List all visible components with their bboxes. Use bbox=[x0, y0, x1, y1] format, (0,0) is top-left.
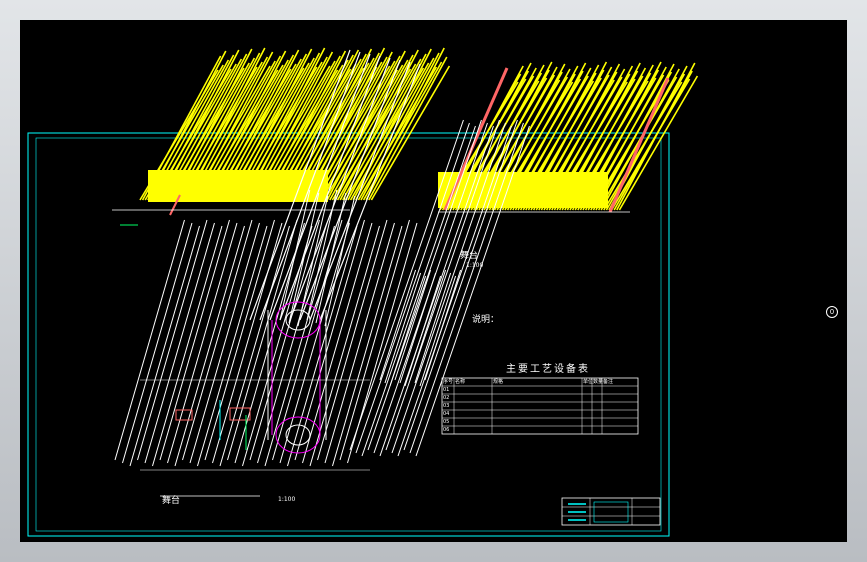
white-diagonal-line bbox=[114, 219, 185, 461]
pulley-outline bbox=[275, 416, 321, 454]
white-diagonal-line bbox=[137, 219, 208, 461]
white-diagonal-line bbox=[294, 219, 365, 461]
white-diagonal-line bbox=[167, 222, 238, 464]
cad-drawing bbox=[27, 47, 699, 537]
reference-circle-mark: 0 bbox=[826, 306, 838, 318]
table-header-cell: 序号 bbox=[443, 379, 454, 385]
white-diagonal-line bbox=[174, 225, 245, 467]
bottom-view-scale: 1:100 bbox=[278, 496, 296, 503]
table-header-cell: 名称 bbox=[455, 379, 466, 385]
white-diagonal-line bbox=[122, 222, 193, 464]
white-diagonal-line bbox=[129, 225, 200, 467]
top-right-view-title: 舞台 bbox=[460, 251, 479, 261]
red-diagonal bbox=[608, 77, 670, 213]
white-diagonal-line bbox=[264, 225, 335, 467]
table-cell: 06 bbox=[443, 427, 450, 433]
title-block-cyan bbox=[593, 501, 629, 523]
white-diagonal-line bbox=[152, 225, 223, 467]
white-diagonal-line bbox=[384, 272, 422, 384]
white-diagonal-line bbox=[355, 122, 470, 454]
white-diagonal-line bbox=[324, 222, 395, 464]
white-diagonal-line bbox=[249, 219, 320, 461]
table-header-cell: 规格 bbox=[493, 379, 504, 385]
table-cell: 05 bbox=[443, 419, 450, 425]
white-diagonal-line bbox=[227, 219, 298, 461]
white-diagonal-line bbox=[182, 219, 253, 461]
table-cell: 02 bbox=[443, 395, 450, 401]
white-diagonal-line bbox=[219, 225, 290, 467]
table-cell: 04 bbox=[443, 411, 450, 417]
bottom-view-title: 舞台 bbox=[162, 496, 181, 506]
equipment-table-title: 主要工艺设备表 bbox=[506, 364, 590, 375]
white-diagonal-line bbox=[144, 222, 215, 464]
yellow-block-base-right bbox=[438, 172, 608, 208]
top-right-view-scale: 1:100 bbox=[466, 262, 484, 269]
table-cell: 01 bbox=[443, 387, 450, 393]
white-diagonal-line bbox=[159, 219, 230, 461]
drawing-canvas[interactable]: 舞台 1:100 说明： 主要工艺设备表 舞台 1:100 0 序号 名称 规格 单位… bbox=[20, 20, 847, 542]
white-diagonal-line bbox=[424, 269, 462, 381]
yellow-block-base bbox=[148, 170, 328, 202]
white-diagonal-line bbox=[204, 219, 275, 461]
table-cell: 03 bbox=[443, 403, 450, 409]
notes-heading: 说明： bbox=[472, 315, 500, 325]
table-header-cell: 数量 bbox=[593, 379, 604, 385]
white-diagonal-line bbox=[189, 222, 260, 464]
white-diagonal-line bbox=[197, 225, 268, 467]
equipment-table bbox=[441, 377, 639, 435]
table-header-cell: 单位 bbox=[583, 379, 594, 385]
table-header-cell: 备注 bbox=[603, 379, 614, 385]
